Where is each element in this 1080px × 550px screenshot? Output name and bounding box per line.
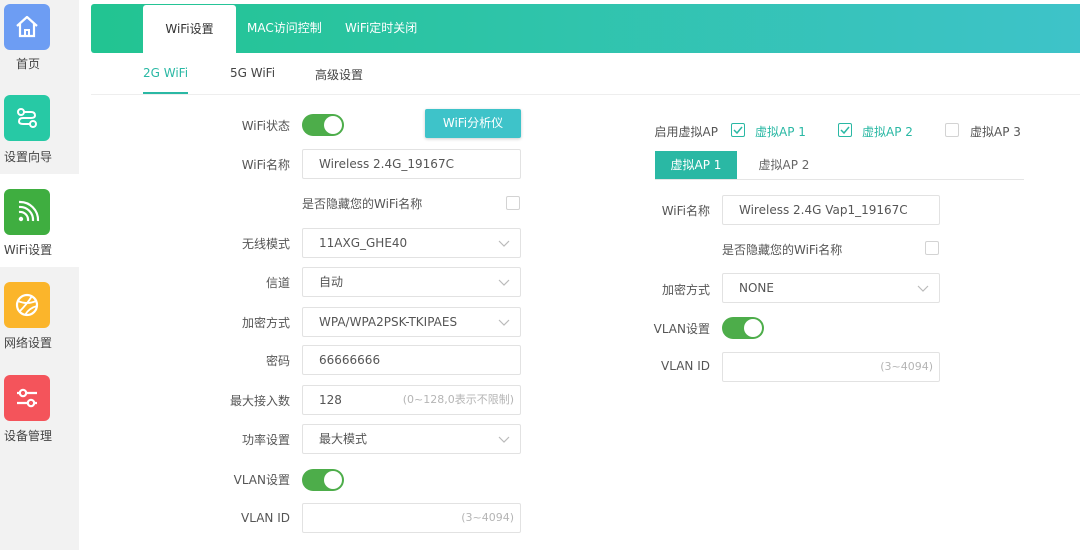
max-clients-input[interactable]: 128 (0~128,0表示不限制)	[302, 385, 521, 415]
chevron-down-icon	[498, 319, 510, 326]
vap-tab-divider	[655, 179, 1024, 180]
password-label: 密码	[265, 354, 290, 368]
wireless-mode-value: 11AXG_GHE40	[319, 236, 408, 250]
vap-encryption-label: 加密方式	[661, 283, 710, 297]
vap1-checkbox[interactable]	[731, 123, 745, 137]
vap-vlan-label: VLAN设置	[653, 322, 710, 336]
tab-mac-access-control[interactable]: MAC访问控制	[247, 4, 322, 53]
tab-vap1[interactable]: 虚拟AP 1	[655, 151, 737, 179]
vlan-id-input[interactable]: (3~4094)	[302, 503, 521, 533]
sidebar-item-device-management[interactable]: 设备管理	[0, 360, 79, 453]
vlan-label: VLAN设置	[233, 473, 290, 487]
encryption-value: WPA/WPA2PSK-TKIPAES	[319, 315, 458, 329]
vap-hide-ssid-label: 是否隐藏您的WiFi名称	[722, 243, 843, 257]
wifi-status-label: WiFi状态	[241, 119, 290, 133]
tab-vap2[interactable]: 虚拟AP 2	[745, 151, 823, 179]
hide-ssid-label: 是否隐藏您的WiFi名称	[302, 197, 423, 211]
vap-vlan-id-input[interactable]: (3~4094)	[722, 352, 940, 382]
wifi-status-toggle[interactable]	[302, 114, 344, 136]
channel-label: 信道	[265, 276, 290, 290]
vap-encryption-select[interactable]: NONE	[722, 273, 940, 303]
globe-icon	[4, 282, 50, 328]
sidebar-item-label: 设置向导	[3, 150, 52, 164]
vap-ssid-value: Wireless 2.4G Vap1_19167C	[739, 203, 908, 217]
ssid-value: Wireless 2.4G_19167C	[319, 157, 454, 171]
ssid-input[interactable]: Wireless 2.4G_19167C	[302, 149, 521, 179]
home-icon	[4, 4, 50, 50]
sidebar-item-label: 首页	[15, 57, 40, 71]
vap-encryption-value: NONE	[739, 281, 774, 295]
power-label: 功率设置	[241, 433, 290, 447]
chevron-down-icon	[498, 436, 510, 443]
tab-wifi-schedule-off[interactable]: WiFi定时关闭	[345, 4, 417, 53]
sidebar-item-home[interactable]: 首页	[0, 0, 79, 93]
vap3-option-label[interactable]: 虚拟AP 3	[970, 123, 1021, 140]
max-clients-label: 最大接入数	[229, 394, 290, 408]
tab-advanced-settings[interactable]: 高级设置	[315, 66, 363, 83]
vlan-id-hint: (3~4094)	[461, 511, 514, 524]
sidebar-item-label: 设备管理	[3, 429, 52, 443]
tab-wifi-settings[interactable]: WiFi设置	[143, 5, 236, 53]
vap2-checkbox[interactable]	[838, 123, 852, 137]
channel-select[interactable]: 自动	[302, 267, 521, 297]
sidebar-item-setup-wizard[interactable]: 设置向导	[0, 93, 79, 186]
divider	[91, 94, 1080, 95]
channel-value: 自动	[319, 275, 344, 289]
vap-vlan-id-label: VLAN ID	[661, 359, 710, 373]
sidebar-item-network-settings[interactable]: 网络设置	[0, 267, 79, 360]
wireless-mode-select[interactable]: 11AXG_GHE40	[302, 228, 521, 258]
check-icon	[733, 126, 743, 135]
vap1-option-label[interactable]: 虚拟AP 1	[755, 123, 806, 140]
vap2-option-label[interactable]: 虚拟AP 2	[862, 123, 913, 140]
ssid-label: WiFi名称	[241, 158, 290, 172]
tab-5g-wifi[interactable]: 5G WiFi	[230, 66, 275, 80]
max-clients-hint: (0~128,0表示不限制)	[402, 393, 514, 406]
sidebar-item-wifi-settings[interactable]: WiFi设置	[0, 174, 79, 267]
toggle-knob	[324, 471, 342, 489]
vlan-id-label: VLAN ID	[241, 511, 290, 525]
toggle-knob	[744, 319, 762, 337]
vap-hide-ssid-checkbox[interactable]	[925, 241, 939, 255]
enable-vap-label: 启用虚拟AP	[654, 125, 718, 139]
wifi-icon	[4, 189, 50, 235]
vap3-checkbox[interactable]	[945, 123, 959, 137]
wireless-mode-label: 无线模式	[241, 237, 290, 251]
sidebar-item-label: 网络设置	[3, 336, 52, 350]
toggle-knob	[324, 116, 342, 134]
check-icon	[840, 126, 850, 135]
encryption-select[interactable]: WPA/WPA2PSK-TKIPAES	[302, 307, 521, 337]
tab-2g-wifi[interactable]: 2G WiFi	[143, 66, 188, 80]
sliders-icon	[4, 375, 50, 421]
top-navigation: WiFi设置 MAC访问控制 WiFi定时关闭	[91, 4, 1080, 53]
vap-ssid-input[interactable]: Wireless 2.4G Vap1_19167C	[722, 195, 940, 225]
vap-vlan-toggle[interactable]	[722, 317, 764, 339]
vap-vlan-id-hint: (3~4094)	[880, 360, 933, 373]
encryption-label: 加密方式	[241, 316, 290, 330]
route-icon	[4, 95, 50, 141]
wifi-analyzer-button[interactable]: WiFi分析仪	[425, 109, 521, 138]
chevron-down-icon	[498, 279, 510, 286]
vlan-toggle[interactable]	[302, 469, 344, 491]
hide-ssid-checkbox[interactable]	[506, 196, 520, 210]
chevron-down-icon	[917, 285, 929, 292]
password-value: 66666666	[319, 353, 381, 367]
sidebar-item-label: WiFi设置	[3, 243, 53, 257]
power-value: 最大模式	[319, 432, 368, 446]
sidebar: 首页 设置向导 WiFi设置 网络设置 设备管理	[0, 0, 79, 550]
power-select[interactable]: 最大模式	[302, 424, 521, 454]
vap-ssid-label: WiFi名称	[661, 204, 710, 218]
password-input[interactable]: 66666666	[302, 345, 521, 375]
chevron-down-icon	[498, 240, 510, 247]
max-clients-value: 128	[319, 393, 342, 407]
